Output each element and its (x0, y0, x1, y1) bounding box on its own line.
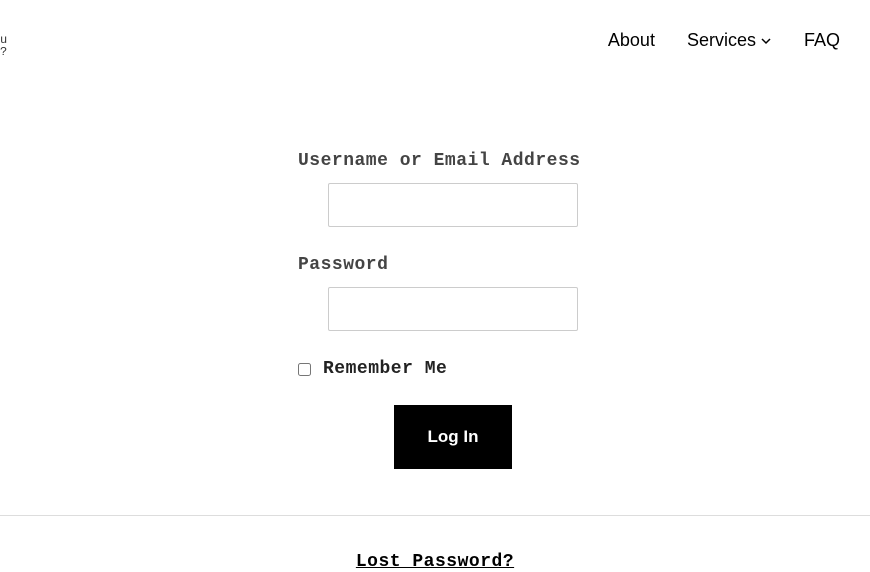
nav-about-label: About (608, 30, 655, 51)
login-button[interactable]: Log In (394, 405, 513, 469)
nav-faq-label: FAQ (804, 30, 840, 51)
remember-label: Remember Me (323, 359, 447, 379)
nav-services-label: Services (687, 30, 756, 51)
nav: About Services FAQ (608, 30, 840, 51)
login-form-container: Username or Email Address Password Remem… (0, 151, 870, 469)
header: About Services FAQ (0, 0, 870, 51)
logo-fragment: u? (0, 34, 6, 58)
username-input[interactable] (328, 183, 578, 227)
remember-row: Remember Me (298, 359, 608, 379)
username-row (298, 183, 608, 227)
nav-about[interactable]: About (608, 30, 655, 51)
password-row (298, 287, 608, 331)
password-label: Password (298, 255, 608, 275)
chevron-down-icon (760, 35, 772, 47)
login-form: Username or Email Address Password Remem… (298, 151, 608, 469)
lost-password-link[interactable]: Lost Password? (356, 552, 514, 572)
button-row: Log In (298, 405, 608, 469)
lost-password-container: Lost Password? (0, 552, 870, 572)
username-label: Username or Email Address (298, 151, 608, 171)
password-input[interactable] (328, 287, 578, 331)
divider (0, 515, 870, 516)
nav-services[interactable]: Services (687, 30, 772, 51)
nav-faq[interactable]: FAQ (804, 30, 840, 51)
remember-checkbox[interactable] (298, 363, 311, 376)
